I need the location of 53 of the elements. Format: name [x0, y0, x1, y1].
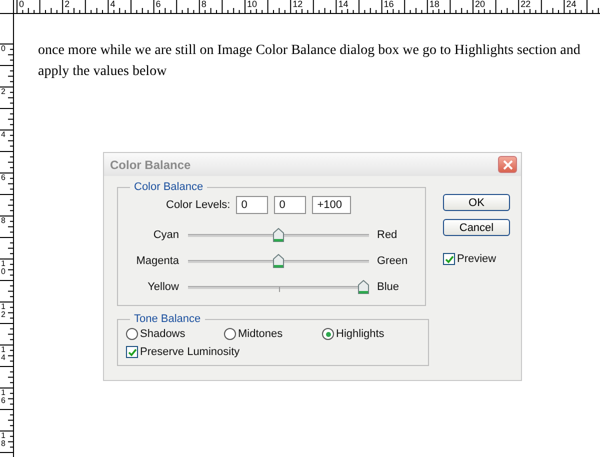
ruler-label: 0 [19, 0, 26, 9]
radio-label: Highlights [336, 328, 384, 340]
ruler-label: 16 [1, 389, 6, 404]
checkbox-label: Preserve Luminosity [140, 346, 240, 358]
ruler-label: 20 [475, 0, 486, 9]
dialog-button[interactable]: Cancel [443, 219, 510, 236]
slider-thumb[interactable] [358, 280, 369, 294]
radio-label: Midtones [238, 328, 283, 340]
group-title: Color Balance [133, 181, 204, 193]
ruler-label: 16 [384, 0, 395, 9]
checkbox[interactable] [126, 346, 138, 358]
ruler-label: 8 [1, 217, 6, 225]
group-title: Tone Balance [133, 313, 202, 325]
ruler-label: 4 [1, 131, 6, 139]
ruler-label: 10 [247, 0, 258, 9]
slider-label: Green [377, 255, 409, 267]
radio-option[interactable]: Shadows [126, 325, 224, 343]
slider-thumb[interactable] [273, 228, 284, 242]
ruler-label: 6 [1, 174, 6, 182]
slider-label: Cyan [152, 229, 179, 241]
ruler-label: 24 [566, 0, 578, 9]
slider-label: Yellow [146, 281, 179, 293]
radio-option[interactable]: Highlights [322, 325, 420, 343]
ruler-label: 8 [201, 0, 208, 9]
ruler-label: 18 [1, 432, 6, 448]
ruler-label: 12 [1, 303, 6, 318]
level-field[interactable]: 0 [236, 196, 268, 214]
level-field[interactable]: +100 [312, 196, 352, 214]
slider-thumb[interactable] [273, 254, 284, 268]
slider-label: Red [377, 229, 398, 241]
level-field[interactable]: 0 [274, 196, 306, 214]
ruler-label: 14 [1, 346, 6, 362]
close-icon [502, 160, 512, 170]
ruler-label: 4 [110, 0, 116, 9]
slider-label: Blue [377, 281, 400, 293]
window-title: Color Balance [110, 158, 191, 172]
ruler-label: 12 [292, 0, 304, 9]
ruler-label: 18 [429, 0, 440, 9]
radio-option[interactable]: Midtones [224, 325, 322, 343]
radio-label: Shadows [140, 328, 186, 340]
dialog-button[interactable]: OK [443, 194, 510, 211]
ruler-label: 22 [520, 0, 532, 9]
body-text: once more while we are still on Image Color Balance dialog box we go to Highlights section and apply the values below [38, 42, 582, 81]
ruler-label: 2 [1, 88, 6, 96]
close-button[interactable] [498, 156, 517, 173]
slider-label: Magenta [135, 255, 179, 267]
ruler-label: 14 [338, 0, 350, 9]
ruler-label: 10 [1, 260, 6, 276]
field-label: Color Levels: [166, 199, 230, 211]
checkbox-label: Preview [457, 253, 496, 265]
ruler-label: 0 [1, 45, 6, 53]
ruler-corner [0, 0, 14, 14]
checkbox[interactable] [443, 253, 455, 265]
